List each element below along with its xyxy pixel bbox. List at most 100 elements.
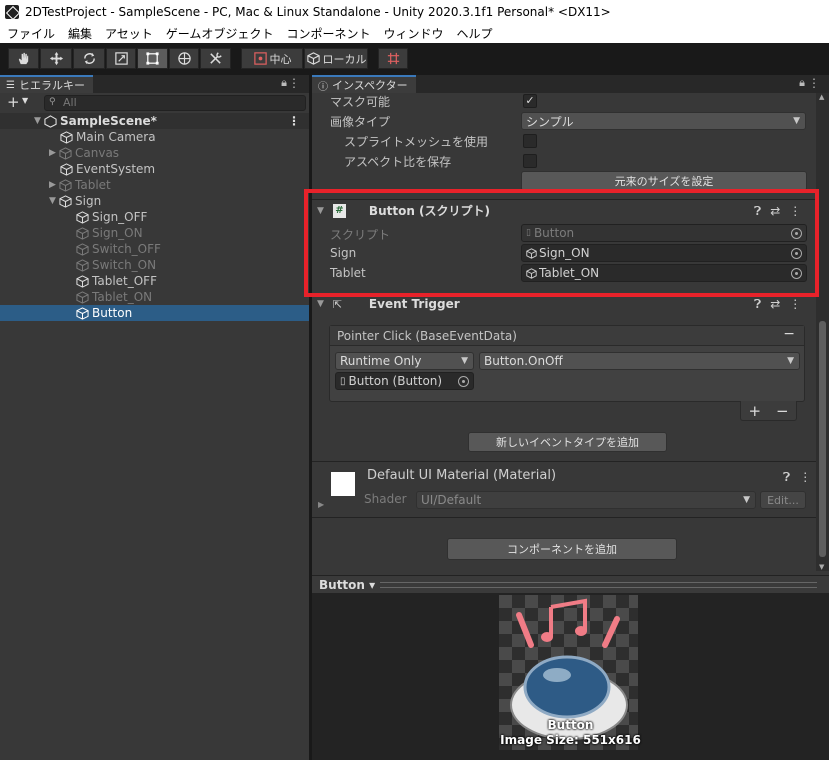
function-dropdown[interactable]: Button.OnOff ▼ bbox=[479, 352, 800, 370]
shader-edit-button[interactable]: Edit... bbox=[760, 491, 806, 509]
more-options-icon[interactable]: ⋮ bbox=[808, 76, 820, 90]
add-object-button[interactable]: + bbox=[7, 93, 20, 111]
expand-arrow-icon[interactable]: ▼ bbox=[34, 116, 44, 126]
preset-sliders-icon[interactable]: ⇄ bbox=[770, 204, 780, 219]
component-menu-icon[interactable]: ⋮ bbox=[799, 470, 811, 485]
image-type-label: 画像タイプ bbox=[330, 115, 391, 129]
gameobject-cube-icon bbox=[76, 210, 89, 224]
gameobject-cube-icon bbox=[76, 242, 89, 256]
inspector-scrollbar[interactable]: ▲ ▼ bbox=[816, 93, 829, 571]
pivot-mode-toggle[interactable]: 中心 bbox=[241, 48, 303, 69]
list-add-remove-controls: + − bbox=[740, 401, 797, 421]
event-trigger-header[interactable]: ▼ ⇱ Event Trigger ❓︎ ⇄ ⋮ bbox=[312, 293, 817, 315]
tree-item-label: Button bbox=[92, 306, 133, 320]
tree-item-sign[interactable]: ▼ Sign bbox=[0, 193, 309, 209]
shader-dropdown[interactable]: UI/Default ▼ bbox=[416, 491, 756, 509]
component-menu-icon[interactable]: ⋮ bbox=[789, 297, 801, 312]
gameobject-cube-icon bbox=[76, 290, 89, 304]
scroll-up-icon[interactable]: ▲ bbox=[819, 93, 824, 101]
expand-arrow-icon[interactable]: ▼ bbox=[49, 196, 59, 206]
tree-item-button[interactable]: Button bbox=[0, 305, 309, 321]
scale-tool-button[interactable] bbox=[106, 48, 136, 69]
hierarchy-tab[interactable]: ☰ ヒエラルキー bbox=[0, 75, 93, 93]
remove-entry-button[interactable]: − bbox=[783, 326, 795, 342]
pivot-center-icon bbox=[253, 52, 267, 65]
scene-menu-icon[interactable]: ⋮ bbox=[288, 114, 300, 128]
set-native-size-button[interactable]: 元来のサイズを設定 bbox=[521, 171, 807, 191]
transform-globe-icon bbox=[177, 52, 191, 65]
object-picker-icon[interactable] bbox=[458, 376, 469, 387]
collapse-arrow-icon[interactable]: ▶ bbox=[49, 180, 59, 190]
unity-logo-icon bbox=[5, 5, 19, 19]
tree-item-sign-off[interactable]: Sign_OFF bbox=[0, 209, 309, 225]
inspector-tab[interactable]: ⓘ インスペクター bbox=[312, 75, 416, 93]
runtime-mode-dropdown[interactable]: Runtime Only ▼ bbox=[335, 352, 474, 370]
menu-gameobject[interactable]: ゲームオブジェクト bbox=[166, 25, 274, 42]
sign-object-field[interactable]: Sign_ON bbox=[521, 244, 807, 262]
maskable-checkbox[interactable]: ✓ bbox=[523, 94, 537, 108]
material-foldout-arrow-icon[interactable]: ▶ bbox=[318, 500, 324, 509]
lock-icon[interactable]: 🔒︎ bbox=[799, 76, 805, 90]
target-object-field[interactable]: ▯ Button (Button) bbox=[335, 372, 474, 390]
tree-item-switch-off[interactable]: Switch_OFF bbox=[0, 241, 309, 257]
help-icon[interactable]: ❓︎ bbox=[754, 204, 761, 219]
hierarchy-header: ☰ ヒエラルキー 🔒︎ ⋮ bbox=[0, 75, 309, 93]
add-event-type-button[interactable]: 新しいイベントタイプを追加 bbox=[468, 432, 667, 452]
preview-drag-handle[interactable] bbox=[380, 582, 817, 588]
help-icon[interactable]: ❓︎ bbox=[783, 470, 790, 485]
preview-dropdown[interactable]: Button ▾ bbox=[319, 578, 375, 592]
object-picker-icon[interactable] bbox=[791, 228, 802, 239]
use-sprite-mesh-checkbox[interactable] bbox=[523, 134, 537, 148]
custom-tool-button[interactable] bbox=[200, 48, 231, 69]
pivot-rotation-toggle[interactable]: ローカル bbox=[304, 48, 368, 69]
preserve-aspect-checkbox[interactable] bbox=[523, 154, 537, 168]
add-listener-button[interactable]: + bbox=[748, 402, 761, 420]
foldout-arrow-icon[interactable]: ▼ bbox=[317, 299, 324, 309]
lock-icon[interactable]: 🔒︎ bbox=[281, 76, 287, 90]
tree-item-tablet-off[interactable]: Tablet_OFF bbox=[0, 273, 309, 289]
scene-row[interactable]: ▼ SampleScene* ⋮ bbox=[0, 113, 309, 129]
script-field[interactable]: ▯ Button bbox=[521, 224, 807, 242]
rect-tool-button[interactable] bbox=[137, 48, 168, 69]
add-dropdown-chevron-icon[interactable]: ▼ bbox=[22, 96, 28, 105]
unity-scene-icon bbox=[44, 114, 57, 128]
collapse-arrow-icon[interactable]: ▶ bbox=[49, 148, 59, 158]
help-icon[interactable]: ❓︎ bbox=[754, 297, 761, 312]
event-trigger-title: Event Trigger bbox=[368, 297, 460, 311]
button-script-header[interactable]: ▼ # Button (スクリプト) ❓︎ ⇄ ⋮ bbox=[312, 199, 817, 221]
menu-help[interactable]: ヘルプ bbox=[456, 25, 492, 42]
tree-item-sign-on[interactable]: Sign_ON bbox=[0, 225, 309, 241]
menu-assets[interactable]: アセット bbox=[105, 25, 153, 42]
tree-item-tablet-on[interactable]: Tablet_ON bbox=[0, 289, 309, 305]
tree-item-tablet[interactable]: ▶ Tablet bbox=[0, 177, 309, 193]
gameobject-cube-icon bbox=[60, 162, 73, 176]
button-script-title: Button (スクリプト) bbox=[368, 204, 491, 218]
scroll-down-icon[interactable]: ▼ bbox=[819, 563, 824, 571]
menu-component[interactable]: コンポーネント bbox=[286, 25, 370, 42]
more-options-icon[interactable]: ⋮ bbox=[288, 76, 300, 90]
object-picker-icon[interactable] bbox=[791, 268, 802, 279]
image-type-dropdown[interactable]: シンプル ▼ bbox=[521, 112, 806, 130]
rotate-tool-button[interactable] bbox=[73, 48, 105, 69]
transform-tool-button[interactable] bbox=[169, 48, 199, 69]
tree-item-main-camera[interactable]: Main Camera bbox=[0, 129, 309, 145]
add-component-button[interactable]: コンポーネントを追加 bbox=[447, 538, 677, 560]
tree-item-eventsystem[interactable]: EventSystem bbox=[0, 161, 309, 177]
foldout-arrow-icon[interactable]: ▼ bbox=[317, 206, 324, 216]
hierarchy-search-input[interactable]: All bbox=[44, 95, 306, 111]
menu-file[interactable]: ファイル bbox=[7, 25, 55, 42]
move-tool-button[interactable] bbox=[40, 48, 72, 69]
grid-snap-button[interactable] bbox=[378, 48, 408, 69]
menu-window[interactable]: ウィンドウ bbox=[383, 25, 443, 42]
object-picker-icon[interactable] bbox=[791, 248, 802, 259]
local-cube-icon bbox=[306, 52, 320, 65]
remove-listener-button[interactable]: − bbox=[776, 402, 789, 420]
component-menu-icon[interactable]: ⋮ bbox=[789, 204, 801, 219]
tablet-object-field[interactable]: Tablet_ON bbox=[521, 264, 807, 282]
tree-item-switch-on[interactable]: Switch_ON bbox=[0, 257, 309, 273]
tree-item-canvas[interactable]: ▶ Canvas bbox=[0, 145, 309, 161]
preset-sliders-icon[interactable]: ⇄ bbox=[770, 297, 780, 312]
menu-edit[interactable]: 編集 bbox=[68, 25, 92, 42]
scrollbar-thumb[interactable] bbox=[819, 321, 826, 557]
hand-tool-button[interactable] bbox=[8, 48, 39, 69]
